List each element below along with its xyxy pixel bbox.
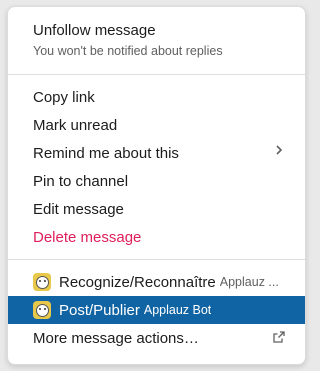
copy-link-label: Copy link [33, 88, 95, 106]
edit-label: Edit message [33, 200, 124, 218]
mark-unread-item[interactable]: Mark unread [8, 111, 305, 139]
shortcut-label: Recognize/Reconnaître [59, 273, 216, 291]
shortcuts-group: Recognize/Reconnaître Applauz ... Post/P… [8, 264, 305, 356]
remind-label: Remind me about this [33, 144, 179, 162]
remind-item[interactable]: Remind me about this [8, 139, 305, 167]
chevron-right-icon [275, 144, 283, 159]
shortcut-post-item[interactable]: Post/Publier Applauz Bot [8, 296, 305, 324]
applauz-app-icon [33, 301, 51, 319]
delete-item[interactable]: Delete message [8, 223, 305, 251]
divider [8, 259, 305, 260]
pin-item[interactable]: Pin to channel [8, 167, 305, 195]
external-link-icon [273, 330, 285, 347]
copy-link-item[interactable]: Copy link [8, 83, 305, 111]
shortcut-label: Post/Publier [59, 301, 140, 319]
unfollow-title: Unfollow message [33, 22, 156, 39]
edit-item[interactable]: Edit message [8, 195, 305, 223]
mark-unread-label: Mark unread [33, 116, 118, 134]
message-actions-menu: Unfollow message You won't be notified a… [7, 6, 306, 365]
more-actions-item[interactable]: More message actions… [8, 324, 305, 352]
delete-label: Delete message [33, 228, 142, 246]
shortcut-app-name: Applauz Bot [143, 303, 212, 317]
pin-label: Pin to channel [33, 172, 129, 190]
actions-group: Copy link Mark unread Remind me about th… [8, 79, 305, 255]
shortcut-recognize-item[interactable]: Recognize/Reconnaître Applauz ... [8, 268, 305, 296]
shortcut-app-name: Applauz ... [219, 275, 279, 289]
applauz-app-icon [33, 273, 51, 291]
more-actions-label: More message actions… [33, 329, 199, 347]
divider [8, 74, 305, 75]
unfollow-subtitle: You won't be notified about replies [33, 44, 223, 58]
unfollow-option[interactable]: Unfollow message You won't be notified a… [8, 21, 305, 70]
